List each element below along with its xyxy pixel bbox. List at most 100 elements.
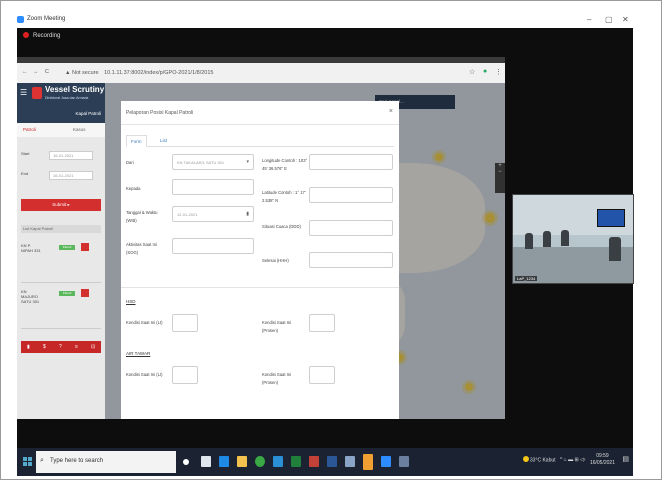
- item-action-icon[interactable]: [81, 289, 89, 297]
- back-icon[interactable]: ←: [22, 69, 28, 75]
- reload-icon[interactable]: C: [45, 69, 49, 75]
- browser-address-bar: ← → C ▲ Not secure 10.1.11.37:8002/index…: [17, 63, 505, 83]
- end-label: End: [21, 171, 29, 176]
- modal-tabs: Form List: [126, 133, 394, 147]
- situasi-cuaca-label: Situasi Cuaca (DDD): [262, 224, 301, 229]
- window-title: Zoom Meeting: [27, 16, 66, 22]
- selesai-input[interactable]: [309, 252, 393, 268]
- app-header: ☰ Vessel Scrutiny Direktorat Jasa dan Ar…: [17, 83, 105, 123]
- aktivitas-input[interactable]: [172, 238, 254, 254]
- url-field[interactable]: ▲ Not secure 10.1.11.37:8002/index/p/GPO…: [59, 68, 459, 78]
- recording-indicator[interactable]: Recording: [23, 32, 60, 39]
- longitude-input[interactable]: [309, 154, 393, 170]
- not-secure-label: ▲ Not secure: [65, 70, 99, 76]
- app-icon[interactable]: [399, 456, 409, 467]
- chrome-icon[interactable]: [255, 456, 265, 467]
- minimize-button[interactable]: –: [587, 15, 591, 24]
- active-app-icon[interactable]: [363, 454, 373, 470]
- tab-kasus[interactable]: Kasus: [73, 127, 86, 132]
- participant-figure: [525, 233, 533, 249]
- modal-close-button[interactable]: ×: [389, 108, 393, 115]
- longitude-label: Longitude Contoh : 103° 45' 36.576" E: [262, 158, 308, 171]
- toolbar-icon[interactable]: ≡: [75, 344, 78, 350]
- store-icon[interactable]: [273, 456, 283, 467]
- menu-icon[interactable]: ⋮: [495, 68, 502, 76]
- aktivitas-label: Aktivitas Saat Ini (SOG): [126, 242, 157, 255]
- maximize-button[interactable]: ▢: [605, 15, 613, 24]
- start-date-input[interactable]: 16-01-2021: [49, 151, 93, 160]
- air-kondisi-lt-input[interactable]: [172, 366, 198, 384]
- weather-text[interactable]: 33°C Kabut: [530, 457, 556, 463]
- toolbar-icon[interactable]: ⊡: [91, 344, 95, 350]
- selesai-label: Selesai (HHH): [262, 258, 289, 263]
- toolbar-icon[interactable]: $: [43, 344, 46, 350]
- toolbar-icon[interactable]: ▮: [27, 344, 30, 350]
- list-header: List Kapal Patroli: [21, 225, 101, 233]
- cortana-icon[interactable]: [183, 459, 189, 465]
- recording-label: Recording: [33, 33, 61, 39]
- section-title: Kapal Patroli: [75, 111, 101, 116]
- search-icon: ⌕: [40, 457, 44, 464]
- end-filter: End 16-01-2021: [21, 171, 101, 180]
- forward-icon[interactable]: →: [33, 69, 39, 75]
- powerpoint-icon[interactable]: [309, 456, 319, 467]
- app-icon[interactable]: [345, 456, 355, 467]
- air-kondisi-prosen-input[interactable]: [309, 366, 335, 384]
- excel-icon[interactable]: [291, 456, 301, 467]
- list-item[interactable]: KN P. NIPAH 331 Patroli: [21, 243, 101, 283]
- submit-button[interactable]: Submit ▸: [21, 199, 101, 211]
- windows-start-icon[interactable]: [23, 457, 32, 466]
- toolbar-icon[interactable]: ?: [59, 344, 62, 350]
- status-badge: Patroli: [59, 245, 75, 250]
- close-button[interactable]: ✕: [622, 15, 629, 24]
- item-name: KN MAJURO SATU 301: [21, 289, 40, 304]
- modal-title: Pelaporan Posisi Kapal Patroli: [126, 110, 194, 116]
- dari-label: Dari: [126, 160, 134, 165]
- latitude-input[interactable]: [309, 187, 393, 203]
- record-dot-icon: [23, 32, 29, 38]
- hsd-kondisi-prosen-input[interactable]: [309, 314, 335, 332]
- participant-figure: [543, 231, 551, 247]
- kepada-label: Kepada: [126, 186, 141, 191]
- notification-icon[interactable]: ▤: [622, 456, 629, 463]
- situasi-cuaca-input[interactable]: [309, 220, 393, 236]
- hsd-kondisi-lt-input[interactable]: [172, 314, 198, 332]
- tanggal-input[interactable]: 12-01-2021 ▮: [172, 206, 254, 222]
- participant-figure: [609, 237, 621, 261]
- tab-list[interactable]: List: [156, 135, 171, 147]
- zoom-logo-icon: [17, 16, 24, 23]
- brand-title: Vessel Scrutiny: [45, 85, 105, 94]
- tray-icons[interactable]: ^ ⌂ ▬ ⊞ ◁›: [560, 457, 586, 463]
- app-sidebar: ☰ Vessel Scrutiny Direktorat Jasa dan Ar…: [17, 83, 105, 419]
- clock-date: 16/05/2021: [589, 460, 615, 466]
- tanggal-label: Tanggal & Waktu (WIB): [126, 210, 158, 223]
- sidebar-toolbar: ▮ $ ? ≡ ⊡: [21, 341, 101, 353]
- calendar-icon[interactable]: ▮: [246, 211, 249, 217]
- list-item[interactable]: KN MAJURO SATU 301 Patroli: [21, 289, 101, 329]
- item-name: KN P. NIPAH 331: [21, 243, 41, 253]
- word-icon[interactable]: [327, 456, 337, 467]
- tab-form[interactable]: Form: [126, 135, 147, 147]
- item-action-icon[interactable]: [81, 243, 89, 251]
- star-icon[interactable]: ☆: [469, 68, 475, 76]
- clock-time: 09:59: [596, 453, 609, 459]
- tab-patroli[interactable]: Patroli: [23, 127, 36, 132]
- task-view-icon[interactable]: [201, 456, 211, 467]
- profile-icon[interactable]: ●: [483, 68, 487, 75]
- start-filter: Start 16-01-2021: [21, 151, 101, 160]
- zoom-taskbar-icon[interactable]: [381, 456, 391, 467]
- dari-select[interactable]: KN TAKALAR/1 SATU 301 ▾: [172, 154, 254, 170]
- hamburger-icon[interactable]: ☰: [20, 88, 27, 97]
- hsd-section-title: HSD: [126, 299, 136, 304]
- file-explorer-icon[interactable]: [237, 456, 247, 467]
- end-date-input[interactable]: 16-01-2021: [49, 171, 93, 180]
- taskbar-search[interactable]: ⌕ Type here to search: [36, 451, 176, 473]
- participant-figure: [561, 230, 569, 246]
- edge-icon[interactable]: [219, 456, 229, 467]
- hsd-kondisi-prosen-label: Kondisi Saat Ini (Prosen): [262, 320, 292, 333]
- clock[interactable]: 09:59 16/05/2021: [590, 453, 615, 467]
- participant-video[interactable]: LaP_1234: [512, 194, 634, 284]
- start-label: Start: [21, 151, 30, 156]
- kepada-input[interactable]: [172, 179, 254, 195]
- participant-name: LaP_1234: [515, 276, 538, 281]
